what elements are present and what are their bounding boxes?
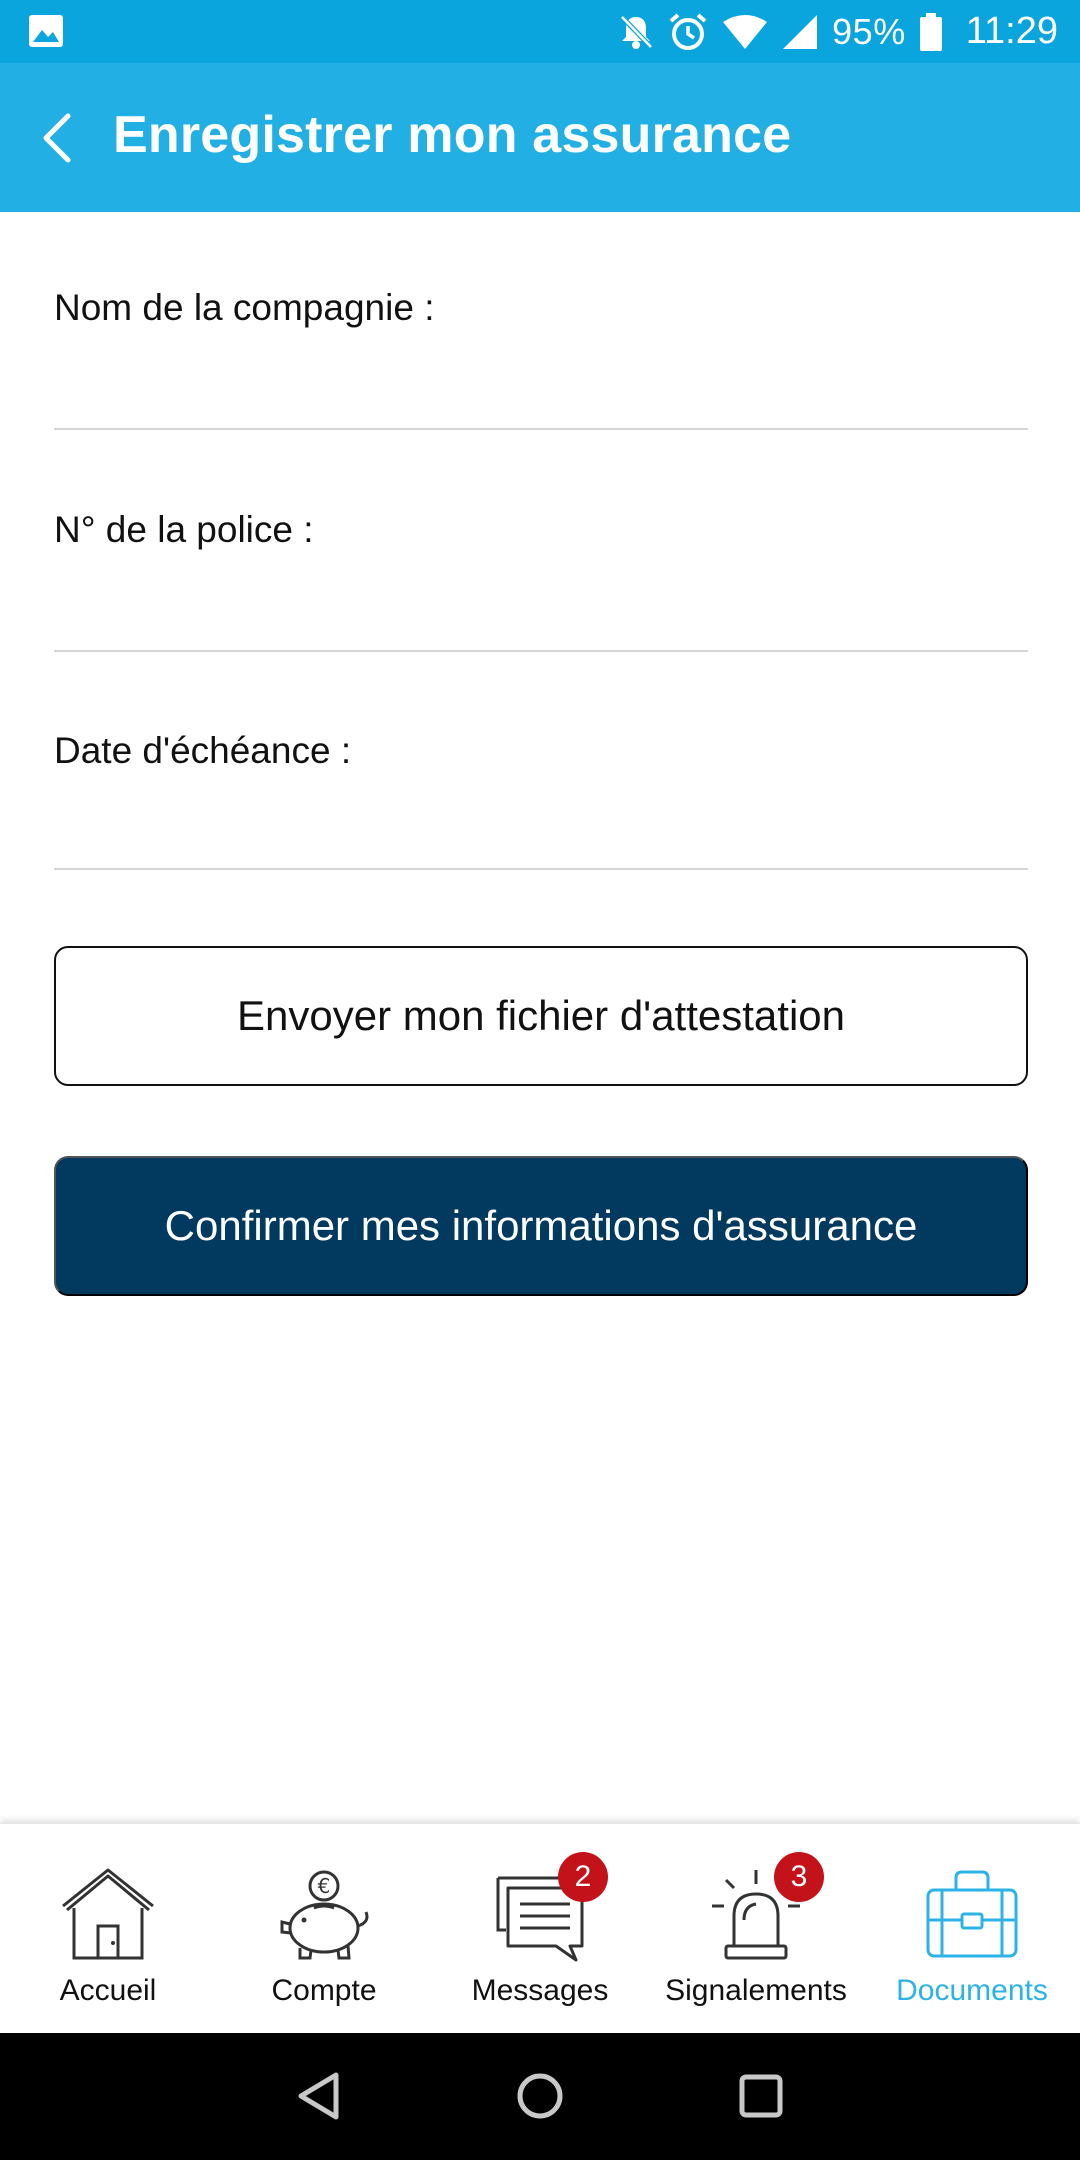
system-home-button[interactable] [505,2061,575,2131]
piggy-bank-icon: € [280,1870,369,1960]
system-recents-button[interactable] [726,2061,796,2131]
battery-icon [919,12,942,51]
svg-text:€: € [318,1874,331,1898]
gallery-icon [29,15,63,47]
app-bar: Enregistrer mon assurance [0,63,1080,212]
due-date-label: Date d'échéance : [54,730,352,771]
nav-item-documents[interactable]: Documents [864,1824,1080,2034]
nav-item-messages[interactable]: 2 Messages [432,1824,648,2034]
policy-number-label: N° de la police : [54,509,314,550]
clock: 11:29 [965,10,1058,52]
due-date-field: Date d'échéance : [54,730,1028,885]
nav-label-messages: Messages [471,1974,609,2007]
nav-label-documents: Documents [896,1974,1048,2007]
triangle-back-icon [298,2072,339,2120]
status-icons: 95% 11:29 [618,0,1058,63]
status-bar: 95% 11:29 [0,0,1080,63]
confirm-insurance-button[interactable]: Confirmer mes informations d'assurance [54,1156,1028,1296]
nav-label-compte: Compte [271,1974,377,2007]
signal-icon [783,14,818,49]
system-navigation-bar [0,2033,1080,2160]
policy-number-input[interactable] [54,582,1028,652]
square-recents-icon [739,2074,783,2118]
upload-attestation-button[interactable]: Envoyer mon fichier d'attestation [54,946,1028,1086]
bottom-navigation: Accueil € Compte 2 Messages 3 Signalemen… [0,1823,1080,2033]
company-name-field: Nom de la compagnie : [54,287,1028,447]
signalements-badge: 3 [774,1852,824,1902]
circle-home-icon [517,2073,563,2119]
alarm-icon [669,12,707,50]
nav-label-signalements: Signalements [665,1974,847,2007]
nav-item-signalements[interactable]: 3 Signalements [648,1824,864,2034]
back-arrow-icon [43,113,71,163]
house-icon [62,1868,154,1960]
company-name-label: Nom de la compagnie : [54,287,435,328]
nav-item-compte[interactable]: € Compte [216,1824,432,2034]
briefcase-icon [926,1870,1018,1958]
battery-percentage: 95% [832,10,906,52]
bell-off-icon [620,14,653,49]
messages-badge: 2 [558,1852,608,1902]
company-name-input[interactable] [54,360,1028,430]
page-title: Enregistrer mon assurance [113,106,792,164]
system-back-button[interactable] [284,2061,354,2131]
nav-item-accueil[interactable]: Accueil [0,1824,216,2034]
due-date-input[interactable] [54,800,1028,870]
back-button[interactable] [30,103,84,173]
wifi-icon [723,14,768,49]
nav-label-accueil: Accueil [59,1974,157,2007]
policy-number-field: N° de la police : [54,509,1028,669]
